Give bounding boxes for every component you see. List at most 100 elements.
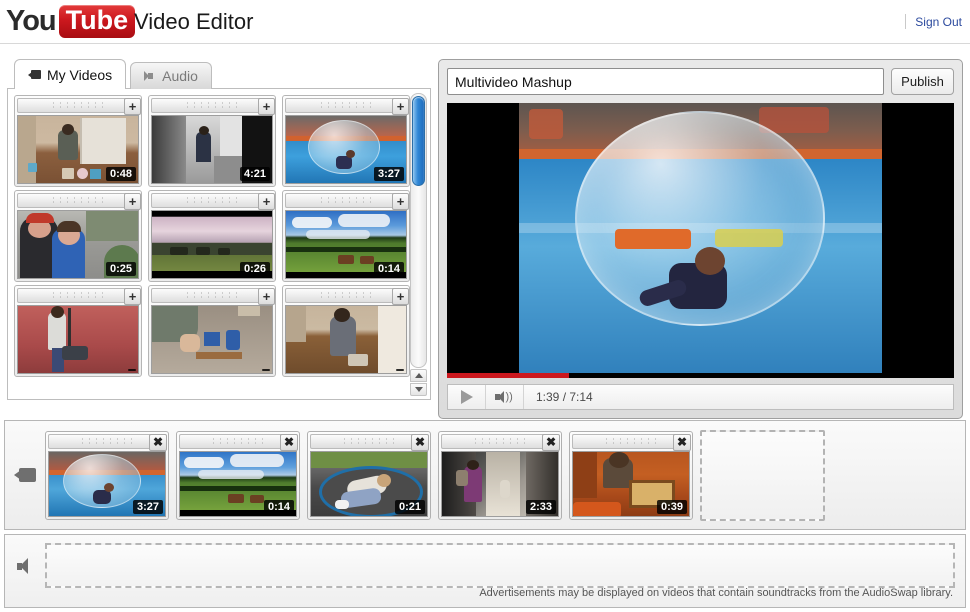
remove-clip-button[interactable]: ✖	[542, 433, 560, 451]
sign-out-link[interactable]: Sign Out	[915, 15, 962, 29]
volume-waves-icon: ))	[505, 391, 513, 403]
video-library-grid-wrap: + 0:48 + 4:21 + 3:27 + 0:25 + 0:26 + 0:1…	[8, 89, 430, 399]
library-video-card[interactable]: +	[14, 285, 142, 377]
library-video-card[interactable]: +	[282, 285, 410, 377]
add-to-timeline-button[interactable]: +	[124, 288, 141, 305]
library-video-card[interactable]: +	[148, 285, 276, 377]
clip-thumbnail[interactable]: 3:27	[48, 450, 166, 517]
page-title: Video Editor	[134, 9, 254, 34]
chevron-up-icon	[414, 373, 423, 378]
card-drag-bar[interactable]: +	[151, 288, 275, 305]
card-drag-bar[interactable]: +	[17, 193, 141, 210]
remove-clip-button[interactable]: ✖	[673, 433, 691, 451]
card-drag-bar[interactable]: +	[151, 193, 275, 210]
audio-track-icon-wrap	[9, 557, 45, 574]
add-to-timeline-button[interactable]: +	[392, 193, 409, 210]
header-divider	[905, 14, 907, 29]
publish-button[interactable]: Publish	[891, 68, 954, 95]
clip-duration: 0:39	[656, 499, 687, 514]
seek-bar[interactable]	[447, 373, 954, 378]
add-to-timeline-button[interactable]: +	[124, 193, 141, 210]
timeline-clip[interactable]: ✖ 0:39	[569, 430, 693, 520]
video-duration: 0:26	[239, 262, 270, 276]
video-thumbnail[interactable]: 0:26	[151, 210, 273, 279]
scrollbar-thumb[interactable]	[412, 95, 425, 186]
video-thumbnail[interactable]	[285, 305, 407, 374]
clip-drag-bar[interactable]: ✖	[48, 433, 167, 451]
add-to-timeline-button[interactable]: +	[258, 98, 275, 115]
clip-thumbnail[interactable]: 2:33	[441, 450, 559, 517]
add-to-timeline-button[interactable]: +	[124, 98, 141, 115]
library-video-card[interactable]: + 0:14	[282, 190, 410, 282]
card-drag-bar[interactable]: +	[17, 288, 141, 305]
library-video-card[interactable]: + 0:26	[148, 190, 276, 282]
card-drag-bar[interactable]: +	[285, 193, 409, 210]
tab-my-videos[interactable]: My Videos	[14, 59, 127, 89]
remove-clip-button[interactable]: ✖	[411, 433, 429, 451]
add-to-timeline-button[interactable]: +	[258, 193, 275, 210]
video-thumbnail[interactable]: 0:14	[285, 210, 407, 279]
drag-grip-icon	[318, 196, 374, 205]
video-timeline-track[interactable]: ✖ 3:27 ✖ 0:14 ✖ 0:21 ✖ 2:33 ✖ 0:39	[4, 420, 966, 530]
clip-drag-bar[interactable]: ✖	[179, 433, 298, 451]
clip-drag-bar[interactable]: ✖	[310, 433, 429, 451]
video-player-stage[interactable]	[447, 103, 954, 378]
video-thumbnail[interactable]: 4:21	[151, 115, 273, 184]
volume-button[interactable]: ))	[486, 385, 524, 409]
scrollbar-track[interactable]	[410, 93, 427, 368]
tab-audio[interactable]: Audio	[130, 62, 212, 89]
remove-clip-button[interactable]: ✖	[280, 433, 298, 451]
library-video-card[interactable]: + 0:25	[14, 190, 142, 282]
remove-clip-button[interactable]: ✖	[149, 433, 167, 451]
logo-you-text: You	[6, 4, 57, 37]
scroll-down-button[interactable]	[410, 383, 427, 396]
add-to-timeline-button[interactable]: +	[392, 98, 409, 115]
card-drag-bar[interactable]: +	[285, 288, 409, 305]
video-library-grid: + 0:48 + 4:21 + 3:27 + 0:25 + 0:26 + 0:1…	[14, 95, 420, 377]
clip-drag-bar[interactable]: ✖	[441, 433, 560, 451]
logo-tube-text: Tube	[58, 4, 136, 38]
add-to-timeline-button[interactable]: +	[258, 288, 275, 305]
timeline-drop-zone[interactable]	[700, 429, 825, 521]
add-to-timeline-button[interactable]: +	[392, 288, 409, 305]
library-video-card[interactable]: + 4:21	[148, 95, 276, 187]
camcorder-icon	[28, 70, 41, 79]
clip-duration: 0:14	[263, 499, 294, 514]
clip-thumbnail[interactable]: 0:21	[310, 450, 428, 517]
video-duration: 3:27	[373, 167, 404, 181]
scroll-up-button[interactable]	[410, 369, 427, 382]
video-thumbnail[interactable]: 0:25	[17, 210, 139, 279]
video-duration: 0:48	[105, 167, 136, 181]
video-thumbnail[interactable]: 0:48	[17, 115, 139, 184]
timeline-clip[interactable]: ✖ 0:21	[307, 430, 431, 520]
library-scrollbar[interactable]	[410, 93, 427, 396]
library-tabs: My Videos Audio	[14, 59, 212, 89]
drag-grip-icon	[318, 291, 374, 300]
card-drag-bar[interactable]: +	[285, 98, 409, 115]
project-title-input[interactable]	[447, 68, 884, 95]
video-thumbnail[interactable]	[17, 305, 139, 374]
volume-icon: ))	[494, 390, 515, 404]
header-actions: Sign Out	[905, 14, 962, 29]
youtube-logo[interactable]: You Tube	[6, 4, 136, 38]
video-timeline-clips: ✖ 3:27 ✖ 0:14 ✖ 0:21 ✖ 2:33 ✖ 0:39	[45, 429, 825, 521]
clip-thumbnail[interactable]: 0:39	[572, 450, 690, 517]
timeline-clip[interactable]: ✖ 2:33	[438, 430, 562, 520]
card-drag-bar[interactable]: +	[17, 98, 141, 115]
drag-grip-icon	[50, 291, 106, 300]
card-drag-bar[interactable]: +	[151, 98, 275, 115]
library-video-card[interactable]: + 3:27	[282, 95, 410, 187]
timeline-clip[interactable]: ✖ 0:14	[176, 430, 300, 520]
library-video-card[interactable]: + 0:48	[14, 95, 142, 187]
timeline-clip[interactable]: ✖ 3:27	[45, 430, 169, 520]
audio-drop-zone[interactable]	[45, 543, 955, 588]
clip-drag-bar[interactable]: ✖	[572, 433, 691, 451]
video-duration	[262, 369, 270, 371]
video-duration: 0:14	[373, 262, 404, 276]
play-button[interactable]	[448, 385, 486, 409]
video-thumbnail[interactable]	[151, 305, 273, 374]
clip-thumbnail[interactable]: 0:14	[179, 450, 297, 517]
audio-timeline-track[interactable]: Advertisements may be displayed on video…	[4, 534, 966, 608]
video-duration	[128, 369, 136, 371]
video-thumbnail[interactable]: 3:27	[285, 115, 407, 184]
